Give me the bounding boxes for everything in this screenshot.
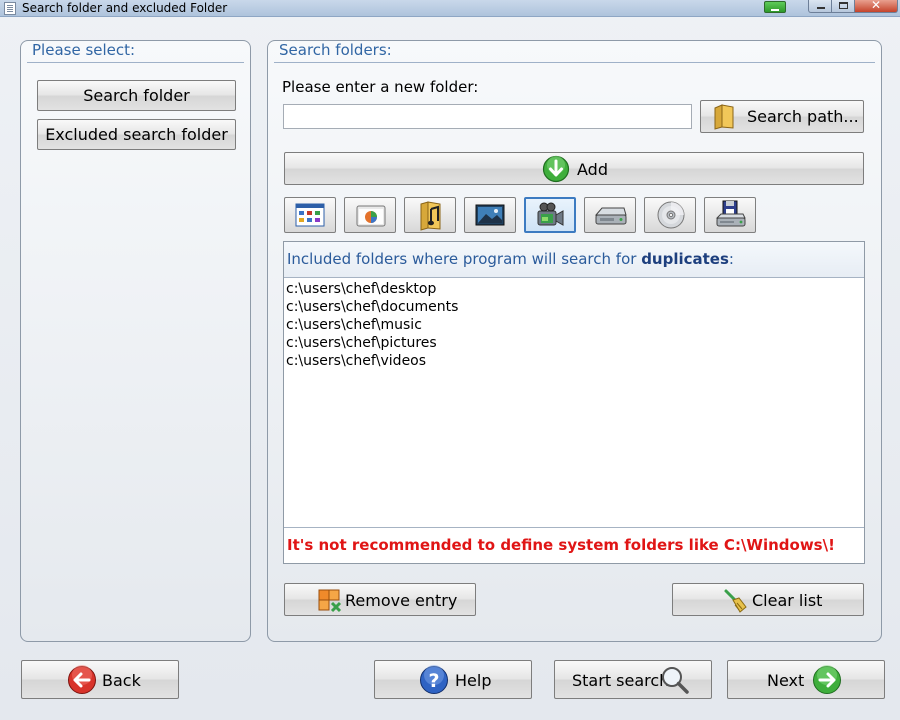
start-search-label: Start search bbox=[572, 671, 670, 690]
remove-entry-label: Remove entry bbox=[345, 591, 458, 610]
search-folder-button[interactable]: Search folder bbox=[37, 80, 236, 111]
next-label: Next bbox=[767, 671, 805, 690]
network-drive-icon bbox=[715, 200, 747, 230]
network-drive-button[interactable] bbox=[704, 197, 756, 233]
search-path-label: Search path... bbox=[747, 107, 859, 126]
list-header: Included folders where program will sear… bbox=[284, 242, 864, 278]
minimize-button[interactable] bbox=[808, 0, 832, 13]
pictures-button[interactable] bbox=[464, 197, 516, 233]
programs-button[interactable] bbox=[344, 197, 396, 233]
help-label: Help bbox=[455, 671, 492, 690]
cd-rom-icon bbox=[656, 200, 686, 230]
start-search-button[interactable]: Start search bbox=[554, 660, 712, 699]
divider bbox=[27, 62, 244, 63]
list-item[interactable]: c:\users\chef\music bbox=[286, 316, 458, 334]
list-item[interactable]: c:\users\chef\pictures bbox=[286, 334, 458, 352]
divider bbox=[274, 62, 875, 63]
programs-icon bbox=[356, 204, 386, 228]
search-folders-panel-title: Search folders: bbox=[279, 41, 392, 59]
broom-icon bbox=[723, 588, 749, 614]
add-arrow-icon bbox=[542, 155, 570, 183]
remove-entry-button[interactable]: Remove entry bbox=[284, 583, 476, 616]
videos-icon bbox=[536, 201, 566, 231]
add-label: Add bbox=[577, 160, 608, 179]
maximize-button[interactable] bbox=[831, 0, 855, 13]
app-document-icon bbox=[4, 2, 16, 15]
list-header-text: Included folders where program will sear… bbox=[287, 250, 734, 268]
new-folder-prompt: Please enter a new folder: bbox=[282, 78, 479, 96]
included-folders-list[interactable]: Included folders where program will sear… bbox=[283, 241, 865, 564]
pictures-icon bbox=[475, 203, 505, 227]
warning-bar: It's not recommended to define system fo… bbox=[284, 527, 864, 563]
green-check-icon[interactable] bbox=[764, 1, 786, 13]
folder-path-input[interactable] bbox=[283, 104, 692, 129]
cd-rom-button[interactable] bbox=[644, 197, 696, 233]
magnifier-icon bbox=[660, 665, 690, 695]
excluded-search-folder-label: Excluded search folder bbox=[45, 125, 228, 144]
help-question-icon: ? bbox=[419, 665, 449, 695]
hard-drive-button[interactable] bbox=[584, 197, 636, 233]
remove-entry-icon bbox=[318, 589, 342, 613]
music-button[interactable] bbox=[404, 197, 456, 233]
back-label: Back bbox=[102, 671, 141, 690]
videos-button[interactable] bbox=[524, 197, 576, 233]
folder-items: c:\users\chef\desktop c:\users\chef\docu… bbox=[286, 280, 458, 370]
title-bar: Search folder and excluded Folder ✕ bbox=[0, 0, 900, 17]
next-arrow-icon bbox=[812, 665, 842, 695]
hard-drive-icon bbox=[594, 205, 628, 227]
close-button[interactable]: ✕ bbox=[854, 0, 898, 13]
window-title: Search folder and excluded Folder bbox=[22, 1, 228, 15]
excluded-search-folder-button[interactable]: Excluded search folder bbox=[37, 119, 236, 150]
list-item[interactable]: c:\users\chef\desktop bbox=[286, 280, 458, 298]
system-folder-warning: It's not recommended to define system fo… bbox=[287, 536, 835, 554]
clear-list-label: Clear list bbox=[752, 591, 823, 610]
add-button[interactable]: Add bbox=[284, 152, 864, 185]
search-folder-label: Search folder bbox=[83, 86, 190, 105]
music-icon bbox=[418, 201, 444, 231]
list-item[interactable]: c:\users\chef\videos bbox=[286, 352, 458, 370]
back-arrow-icon bbox=[67, 665, 97, 695]
help-button[interactable]: ? Help bbox=[374, 660, 532, 699]
list-item[interactable]: c:\users\chef\documents bbox=[286, 298, 458, 316]
selection-panel-title: Please select: bbox=[32, 41, 136, 59]
search-path-button[interactable]: Search path... bbox=[700, 100, 864, 133]
back-button[interactable]: Back bbox=[21, 660, 179, 699]
windows-apps-icon bbox=[295, 203, 325, 227]
folder-icon bbox=[713, 104, 735, 130]
windows-apps-button[interactable] bbox=[284, 197, 336, 233]
svg-text:?: ? bbox=[428, 670, 439, 692]
next-button[interactable]: Next bbox=[727, 660, 885, 699]
clear-list-button[interactable]: Clear list bbox=[672, 583, 864, 616]
